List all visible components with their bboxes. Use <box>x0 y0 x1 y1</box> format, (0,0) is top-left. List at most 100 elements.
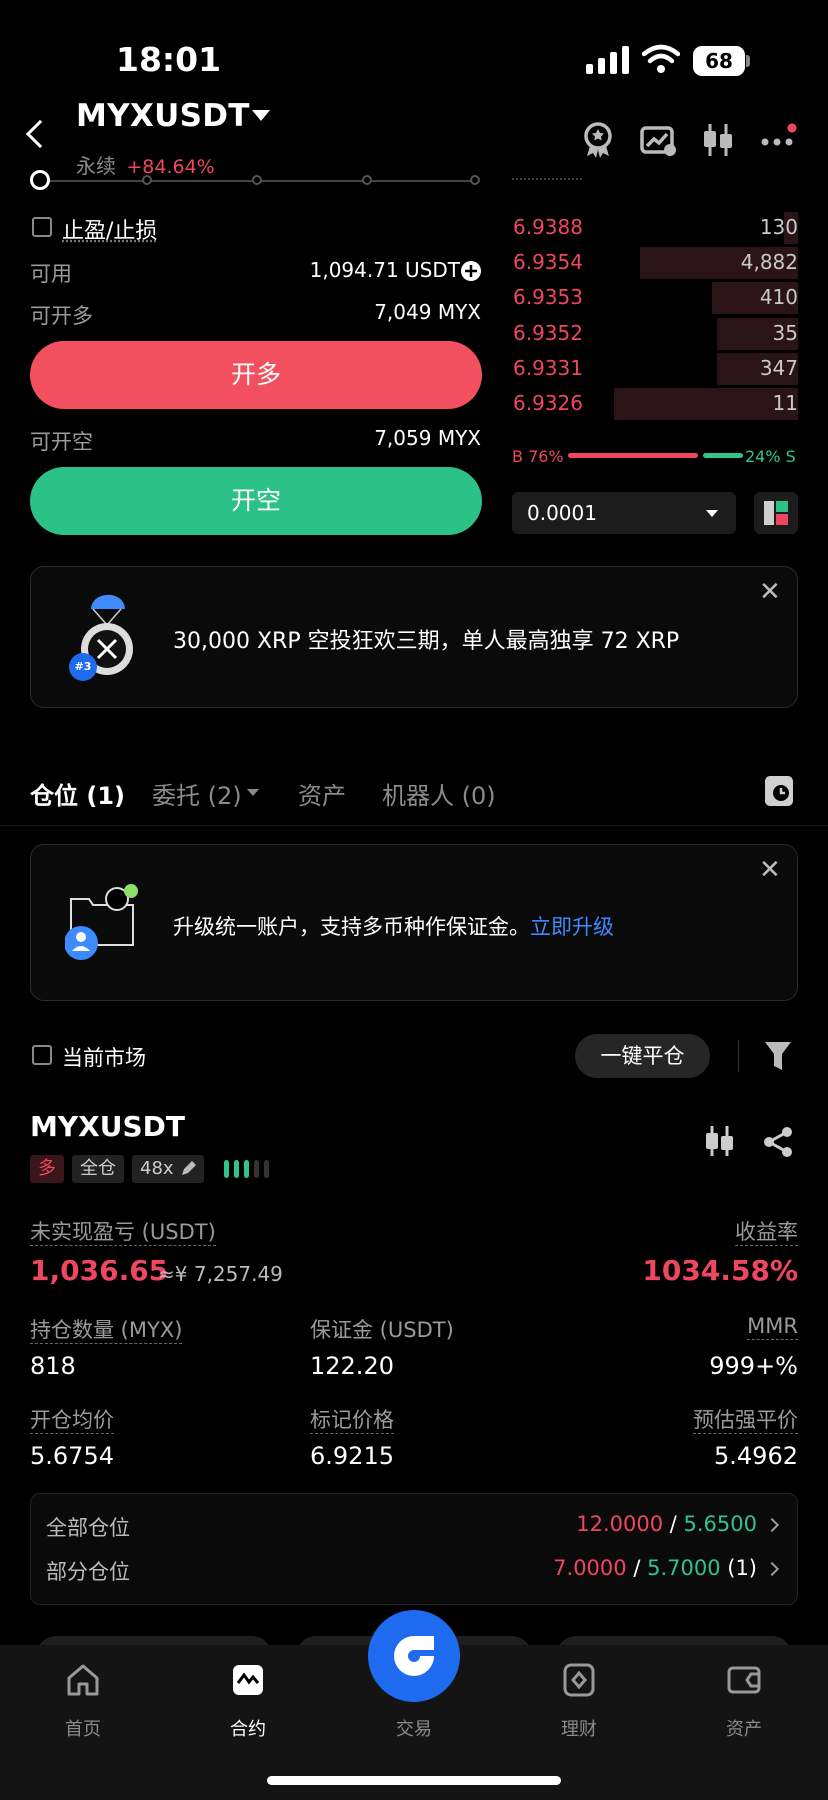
price-precision-select[interactable]: 0.0001 <box>512 492 736 534</box>
slider-stop-25[interactable] <box>142 175 152 185</box>
ask-quantity: 11 <box>772 391 798 415</box>
leverage-value: 48x <box>140 1158 174 1179</box>
can-long-label: 可开多 <box>30 304 93 328</box>
ask-quantity: 130 <box>759 215 798 239</box>
open-long-button[interactable]: 开多 <box>30 341 482 409</box>
roe-label: 收益率 <box>735 1216 798 1246</box>
adl-indicator-icon <box>224 1160 269 1178</box>
buy-ratio: B 76% <box>512 447 564 466</box>
contract-type: 永续 <box>76 154 116 178</box>
partial-position-label: 部分仓位 <box>46 1560 130 1584</box>
ask-price: 6.9352 <box>513 321 583 345</box>
all-position-tpsl[interactable]: 12.0000 / 5.6500 <box>576 1512 757 1536</box>
slider-stop-50[interactable] <box>252 175 262 185</box>
liq-label: 预估强平价 <box>693 1404 798 1434</box>
position-symbol[interactable]: MYXUSDT <box>30 1110 185 1143</box>
tp-sl-label[interactable]: 止盈/止损 <box>62 213 157 245</box>
share-icon[interactable] <box>762 1126 794 1158</box>
more-icon[interactable] <box>758 120 798 160</box>
partial-position-tpsl[interactable]: 7.0000 / 5.7000 (1) <box>553 1556 757 1580</box>
orderbook-ask-row[interactable]: 6.9388 130 <box>510 210 798 246</box>
tp-sl-checkbox[interactable] <box>32 217 52 237</box>
tab-orders[interactable]: 委托 (2) <box>152 776 242 811</box>
slider-stop-100[interactable] <box>470 175 480 185</box>
tab-bots[interactable]: 机器人 (0) <box>382 776 496 811</box>
open-short-button[interactable]: 开空 <box>30 467 482 535</box>
nav-trade[interactable]: 交易 <box>364 1715 464 1741</box>
upgrade-text: 升级统一账户，支持多币种作保证金。立即升级 <box>173 911 614 941</box>
earn-icon[interactable] <box>561 1662 597 1698</box>
filter-divider <box>738 1040 739 1072</box>
promo-text[interactable]: 30,000 XRP 空投狂欢三期，单人最高独享 72 XRP <box>173 623 679 655</box>
trade-logo-icon <box>394 1636 434 1676</box>
current-market-checkbox[interactable] <box>32 1045 52 1065</box>
cellular-signal-icon <box>586 46 629 74</box>
close-promo-button[interactable]: ✕ <box>759 577 781 607</box>
margin-value: 122.20 <box>310 1352 394 1380</box>
history-icon[interactable] <box>764 775 794 807</box>
slider-stop-75[interactable] <box>362 175 372 185</box>
roe-label-text: 收益率 <box>735 1220 798 1246</box>
ask-price: 6.9354 <box>513 250 583 274</box>
buy-ratio-bar <box>568 453 698 458</box>
upnl-value: 1,036.65 <box>30 1254 169 1287</box>
mmr-label: MMR <box>747 1314 798 1340</box>
available-label: 可用 <box>30 262 72 286</box>
entry-value: 5.6754 <box>30 1442 114 1470</box>
orderbook-layout-button[interactable] <box>754 492 798 534</box>
chevron-down-icon[interactable] <box>706 510 718 517</box>
symbol-dropdown-icon[interactable] <box>252 110 270 121</box>
partial-count: (1) <box>727 1556 757 1580</box>
sell-ratio-bar <box>703 453 743 458</box>
chart-setting-icon[interactable] <box>638 120 678 160</box>
home-icon[interactable] <box>65 1662 101 1698</box>
orderbook-ask-row[interactable]: 6.9354 4,882 <box>510 245 798 281</box>
orderbook-ask-row[interactable]: 6.9326 11 <box>510 386 798 422</box>
nav-futures[interactable]: 合约 <box>198 1715 298 1741</box>
futures-icon[interactable] <box>230 1662 266 1698</box>
nav-earn[interactable]: 理财 <box>529 1715 629 1741</box>
promo-badge: #3 <box>69 653 97 681</box>
margin-mode-tag: 全仓 <box>72 1155 124 1183</box>
tpsl-summary-box: 全部仓位 12.0000 / 5.6500 部分仓位 7.0000 / 5.70… <box>30 1493 798 1605</box>
orderbook-layout-icon <box>764 501 788 525</box>
edit-icon[interactable] <box>180 1161 196 1177</box>
orderbook-ask-row[interactable]: 6.9331 347 <box>510 351 798 387</box>
candlestick-icon[interactable] <box>698 120 738 160</box>
add-funds-icon[interactable] <box>460 260 482 282</box>
tab-positions[interactable]: 仓位 (1) <box>30 776 125 811</box>
nav-assets[interactable]: 资产 <box>694 1715 794 1741</box>
filter-icon[interactable] <box>764 1040 792 1072</box>
back-button[interactable] <box>25 119 55 149</box>
tab-assets[interactable]: 资产 <box>298 776 346 811</box>
trade-fab-button[interactable] <box>368 1610 460 1702</box>
wallet-icon[interactable] <box>726 1662 762 1698</box>
symbol-title[interactable]: MYXUSDT <box>76 98 250 134</box>
kline-icon[interactable] <box>702 1124 736 1158</box>
upnl-label: 未实现盈亏 (USDT) <box>30 1216 216 1246</box>
liq-value: 5.4962 <box>714 1442 798 1470</box>
promo-banner[interactable]: #3 30,000 XRP 空投狂欢三期，单人最高独享 72 XRP ✕ <box>30 566 798 708</box>
qty-label-text: 持仓数量 (MYX) <box>30 1318 183 1344</box>
battery-tip <box>746 55 750 67</box>
qty-value: 818 <box>30 1352 76 1380</box>
home-indicator[interactable] <box>267 1776 561 1785</box>
close-upgrade-button[interactable]: ✕ <box>759 855 781 885</box>
close-all-button[interactable]: 一键平仓 <box>575 1034 710 1078</box>
amount-slider-handle[interactable] <box>30 170 50 190</box>
current-market-label[interactable]: 当前市场 <box>62 1042 146 1072</box>
upgrade-now-link[interactable]: 立即升级 <box>530 915 614 939</box>
award-icon[interactable] <box>578 120 618 160</box>
chevron-right-icon[interactable] <box>764 1517 780 1533</box>
nav-home[interactable]: 首页 <box>33 1715 133 1741</box>
battery-indicator: 68 <box>693 46 745 76</box>
mmr-value: 999+% <box>709 1352 798 1380</box>
all-position-label: 全部仓位 <box>46 1516 130 1540</box>
orderbook-ask-row[interactable]: 6.9352 35 <box>510 316 798 352</box>
mark-label: 标记价格 <box>310 1404 394 1434</box>
orderbook-ask-row[interactable]: 6.9353 410 <box>510 280 798 316</box>
orders-dropdown-icon[interactable] <box>247 789 259 796</box>
ask-quantity: 410 <box>759 285 798 309</box>
chevron-right-icon[interactable] <box>764 1561 780 1577</box>
upgrade-banner[interactable]: 升级统一账户，支持多币种作保证金。立即升级 ✕ <box>30 844 798 1001</box>
